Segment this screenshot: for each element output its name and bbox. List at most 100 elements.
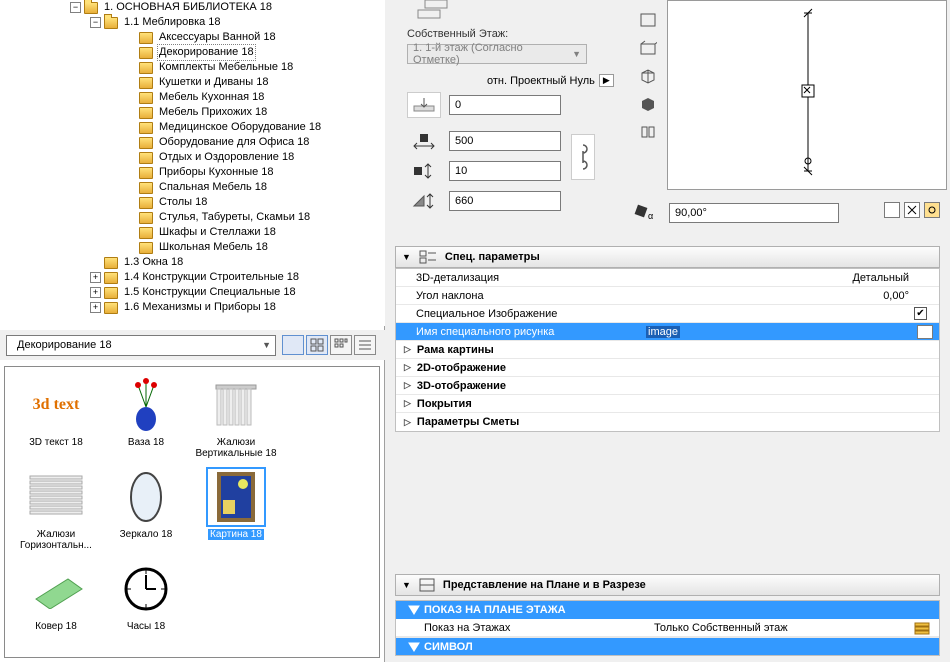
thumb-mirror[interactable]: Зеркало 18 [103,467,189,551]
param-row[interactable]: Специальное Изображение ✔ [396,305,939,323]
triangle-down-icon [408,642,420,652]
spec-params-table: 3D-детализацияДетальный Угол наклона0,00… [395,268,940,432]
expand-icon[interactable]: + [90,272,101,283]
param-group[interactable]: ▷Покрытия [396,395,939,413]
tree-node-1-5[interactable]: 1.5 Конструкции Специальные 18 [122,285,298,300]
folder-icon [139,182,153,194]
view-elevation-icon[interactable] [637,122,659,142]
plan-row[interactable]: Показ на Этажах Только Собственный этаж [396,619,939,637]
tree-node-root[interactable]: 1. ОСНОВНАЯ БИБЛИОТЕКА 18 [102,0,274,15]
thumb-label: Зеркало 18 [120,529,173,540]
depth-input[interactable]: 10 [449,161,561,181]
triangle-right-icon: ▷ [404,362,411,373]
folder-icon [139,212,153,224]
mirror-y-toggle[interactable] [904,202,920,218]
tree-item[interactable]: Столы 18 [157,195,209,210]
mirror-x-toggle[interactable] [884,202,900,218]
plan-table: ПОКАЗ НА ПЛАНЕ ЭТАЖА Показ на Этажах Тол… [395,600,940,656]
param-row-selected[interactable]: Имя специального рисунка image ▶ [396,323,939,341]
expand-icon[interactable]: + [90,287,101,298]
thumb-label: Часы 18 [127,621,165,632]
param-row[interactable]: 3D-детализацияДетальный [396,269,939,287]
tree-item[interactable]: Кушетки и Диваны 18 [157,75,270,90]
collapse-icon[interactable]: − [70,2,81,13]
section-spec-params[interactable]: ▼ Спец. параметры [395,246,940,268]
thumb-blinds-horiz[interactable]: Жалюзи Горизонтальн... [13,467,99,551]
section-plan-title: Представление на Плане и в Разрезе [443,579,646,591]
tree-item[interactable]: Шкафы и Стеллажи 18 [157,225,278,240]
story-icon[interactable] [913,621,933,635]
tree-item[interactable]: Приборы Кухонные 18 [157,165,276,180]
thumb-vase[interactable]: Ваза 18 [103,375,189,459]
tree-item[interactable]: Стулья, Табуреты, Скамьи 18 [157,210,312,225]
folder-icon [104,302,118,314]
library-tree[interactable]: −1. ОСНОВНАЯ БИБЛИОТЕКА 18 −1.1 Меблиров… [0,0,385,326]
folder-icon [139,62,153,74]
view-front-icon[interactable] [637,38,659,58]
tree-item[interactable]: Медицинское Оборудование 18 [157,120,323,135]
tree-item[interactable]: Аксессуары Ванной 18 [157,30,278,45]
depth-icon [407,158,441,184]
view-section-icon[interactable] [637,94,659,114]
anchor-toggle[interactable] [924,202,940,218]
plan-section-icon [419,578,435,592]
section-plan[interactable]: ▼ Представление на Плане и в Разрезе [395,574,940,596]
tree-node-1-4[interactable]: 1.4 Конструкции Строительные 18 [122,270,301,285]
tree-item[interactable]: Школьная Мебель 18 [157,240,270,255]
view-small-icons-button[interactable] [330,335,352,355]
plan-group-header[interactable]: СИМВОЛ [396,637,939,655]
thumb-clock[interactable]: Часы 18 [103,559,189,632]
param-group[interactable]: ▷2D-отображение [396,359,939,377]
tree-item[interactable]: Комплекты Мебельные 18 [157,60,295,75]
plan-group-header[interactable]: ПОКАЗ НА ПЛАНЕ ЭТАЖА [396,601,939,619]
tree-item-selected[interactable]: Декорирование 18 [157,44,256,61]
thumb-blinds-vert[interactable]: Жалюзи Вертикальные 18 [193,375,279,459]
thumb-carpet[interactable]: Ковер 18 [13,559,99,632]
elevation-input[interactable]: 0 [449,95,561,115]
link-dimensions-toggle[interactable] [571,134,595,180]
view-large-icons-button[interactable] [306,335,328,355]
folder-icon [84,2,98,14]
param-value-flyout-button[interactable]: ▶ [917,325,933,339]
view-up-button[interactable] [282,335,304,355]
param-row[interactable]: Угол наклона0,00° [396,287,939,305]
placement-panel: Собственный Этаж: 1. 1-й этаж (Согласно … [395,0,940,230]
folder-icon [139,47,153,59]
folder-icon [104,272,118,284]
thumb-label: Жалюзи Горизонтальн... [14,529,98,551]
thumb-picture-selected[interactable]: Картина 18 [193,467,279,551]
expand-icon[interactable]: + [90,302,101,313]
thumbnail-grid: 3d text 3D текст 18 Ваза 18 Жалюзи Верти… [4,366,380,658]
thumb-label: 3D текст 18 [29,437,83,448]
param-group[interactable]: ▷3D-отображение [396,377,939,395]
anchor-diagram-icon [415,0,451,20]
folder-icon [139,77,153,89]
tree-node-1-6[interactable]: 1.6 Механизмы и Приборы 18 [122,300,278,315]
tree-item[interactable]: Спальная Мебель 18 [157,180,269,195]
floor-combo-text: 1. 1-й этаж (Согласно Отметке) [413,42,572,66]
rotation-input[interactable]: 90,00° [669,203,839,223]
chevron-down-icon: ▼ [262,340,271,350]
param-group[interactable]: ▷Параметры Сметы [396,413,939,431]
tree-item[interactable]: Мебель Кухонная 18 [157,90,266,105]
tree-item[interactable]: Отдых и Оздоровление 18 [157,150,296,165]
floor-combo-disabled: 1. 1-й этаж (Согласно Отметке) ▼ [407,44,587,64]
chevron-right-icon[interactable]: ▶ [599,74,614,87]
view-2d-icon[interactable] [637,10,659,30]
library-folder-combo[interactable]: Декорирование 18 ▼ [6,335,276,356]
param-group[interactable]: ▷Рама картины [396,341,939,359]
view-3d-icon[interactable] [637,66,659,86]
tree-node-1-1[interactable]: 1.1 Меблировка 18 [122,15,223,30]
height-input[interactable]: 660 [449,191,561,211]
triangle-right-icon: ▷ [404,398,411,409]
tree-item[interactable]: Оборудование для Офиса 18 [157,135,311,150]
thumb-3dtext[interactable]: 3d text 3D текст 18 [13,375,99,459]
checkbox-checked-icon[interactable]: ✔ [914,307,927,320]
width-input[interactable]: 500 [449,131,561,151]
collapse-icon[interactable]: − [90,17,101,28]
view-list-button[interactable] [354,335,376,355]
triangle-down-icon [408,605,420,615]
tree-node-1-3[interactable]: 1.3 Окна 18 [122,255,185,270]
tree-item[interactable]: Мебель Прихожих 18 [157,105,269,120]
left-panel: −1. ОСНОВНАЯ БИБЛИОТЕКА 18 −1.1 Меблиров… [0,0,385,662]
